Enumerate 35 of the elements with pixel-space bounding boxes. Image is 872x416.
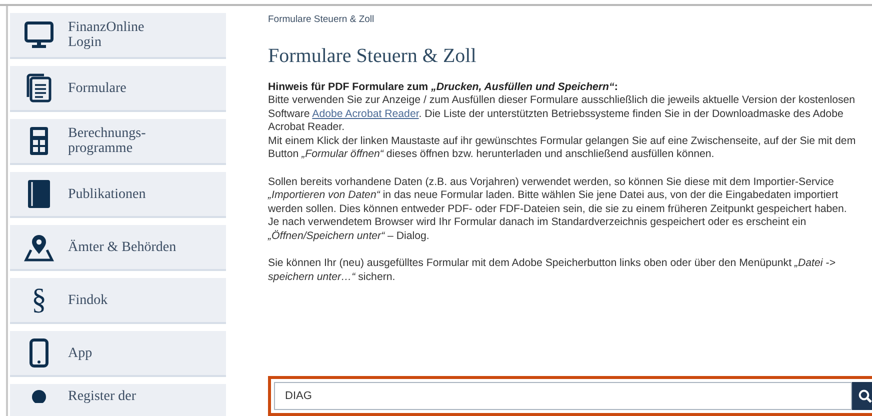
documents-icon: [26, 73, 52, 103]
map-pin-icon: [24, 232, 54, 262]
sidebar-label: Publikationen: [68, 186, 146, 202]
paragraph-sign-icon: §: [32, 285, 46, 315]
sidebar-item[interactable]: Ämter & Behörden: [10, 225, 226, 271]
paragraph-text: Sie können Ihr (neu) ausgefülltes Formular mit dem Adobe Speicherbutton links oben oder über den Menüpunkt „Datei -> speichern unter…“ sichern.: [268, 257, 836, 284]
sidebar-item[interactable]: Berechnungs- programme: [10, 119, 226, 165]
sidebar-item[interactable]: App: [10, 331, 226, 377]
paragraph-text: Je nach verwendetem Browser wird Ihr Formular danach im Standardverzeichnis gespeichert oder es erscheint ein „Öffnen/Speichern unter“ – Dialog.: [268, 216, 808, 243]
paragraph-text: Sollen bereits vorhandene Daten (z.B. aus Vorjahren) verwendet werden, so können Sie diese mit dem Importier-Service „Importieren von Daten“ in das neue Formular laden. Bitte wählen Sie jene Datei aus, von der die Eingabedaten importiert werden sollen. Dies können entweder PDF- oder FDF-Dateien sein, die sie zu einem früheren Zeitpunkt gespeichert haben.: [268, 176, 848, 216]
acrobat-reader-link[interactable]: Adobe Acrobat Reader: [312, 108, 419, 120]
sidebar-label: Register der: [68, 389, 136, 404]
sidebar-item[interactable]: § Findok: [10, 278, 226, 324]
search-field[interactable]: DIAG: [274, 382, 852, 410]
sidebar-label: App: [68, 346, 92, 360]
sidebar-label: Findok: [68, 292, 108, 308]
sidebar-item[interactable]: Register der: [10, 384, 226, 416]
sidebar-label: FinanzOnline Login: [68, 20, 144, 50]
sidebar-label: Berechnungs- programme: [68, 126, 146, 156]
search-button[interactable]: [852, 382, 872, 410]
sidebar-item[interactable]: FinanzOnline Login: [10, 13, 226, 59]
monitor-icon: [24, 21, 54, 49]
page-title: Formulare Steuern & Zoll: [268, 45, 478, 68]
sidebar-item[interactable]: Publikationen: [10, 172, 226, 218]
sidebar-item[interactable]: Formulare: [10, 66, 226, 112]
sidebar-label: Formulare: [68, 80, 126, 96]
book-icon: [27, 179, 51, 209]
calculator-icon: [29, 126, 49, 156]
search-icon: [858, 389, 872, 403]
phone-icon: [29, 338, 49, 368]
notice-heading: Hinweis für PDF Formulare zum „Drucken, Ausfüllen und Speichern“:: [268, 80, 619, 94]
sidebar-label: Ämter & Behörden: [68, 240, 176, 254]
paragraph-text: Mit einem Klick der linken Maustaste auf ihr gewünschtes Formular gelangen Sie auf eine Zwischenseite, auf der Sie mit dem Button „Formular öffnen“ dieses öffnen bzw. herunterladen und anschließend ausfüllen können.: [268, 134, 857, 162]
breadcrumb-link[interactable]: Formulare Steuern & Zoll: [268, 14, 374, 25]
paragraph-text: Bitte verwenden Sie zur Anzeige / zum Ausfüllen dieser Formulare ausschließlich die jeweils aktuelle Version der kostenlosen Software Adobe Acrobat Reader. Die Liste der unterstützten Betriebssysteme finden Sie in der Downloadmaske des Adobe Acrobat Reader.: [268, 94, 856, 134]
